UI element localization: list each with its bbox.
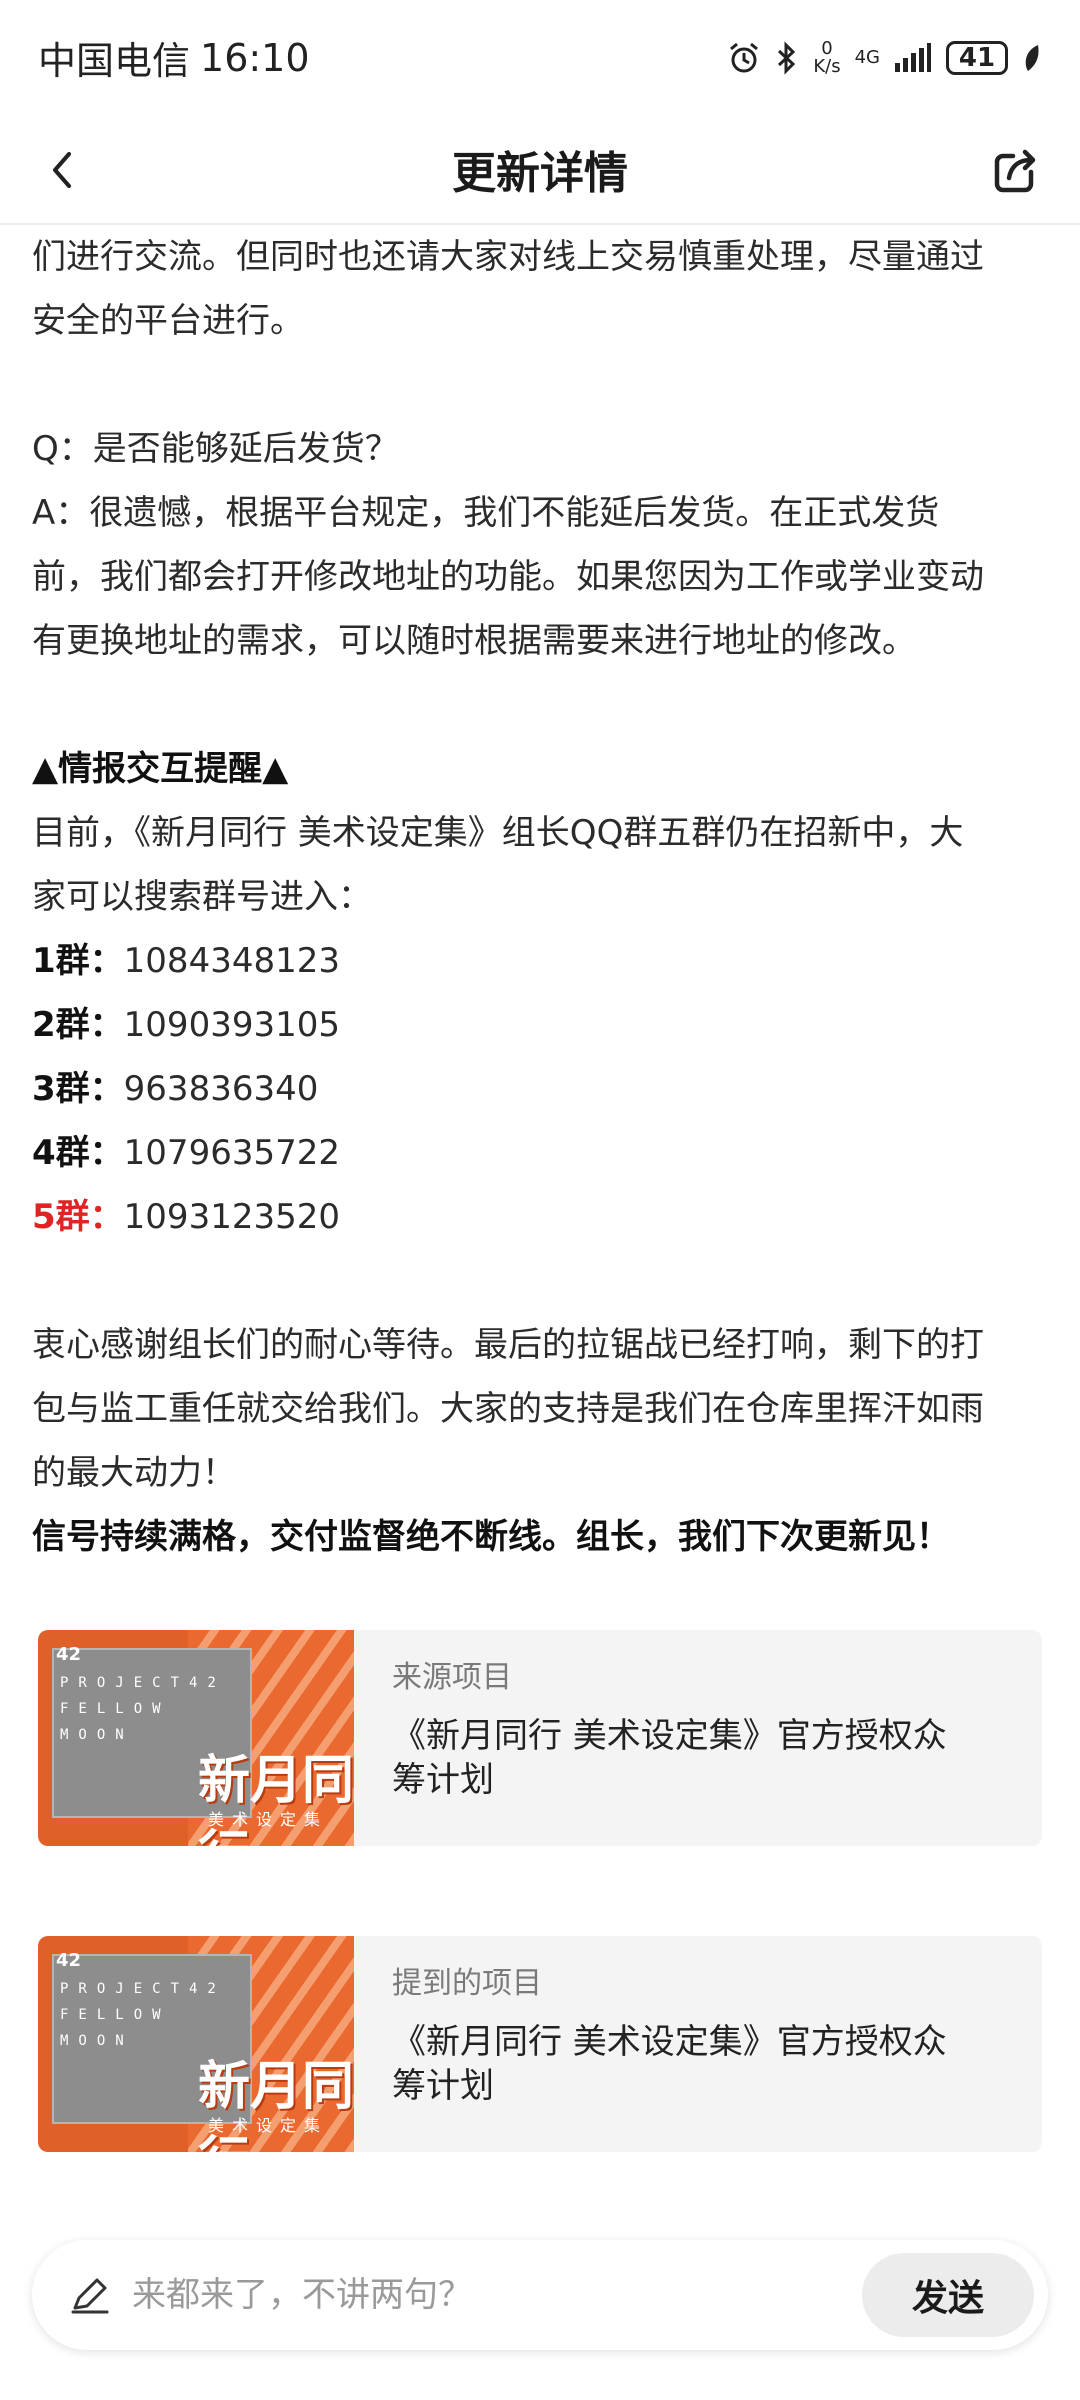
card-title-line: 《新月同行 美术设定集》官方授权众 bbox=[392, 2022, 947, 2062]
network-speed-value: 0 bbox=[821, 37, 833, 59]
card-title-line: 《新月同行 美术设定集》官方授权众 bbox=[392, 1716, 947, 1756]
group-number: 1079635722 bbox=[123, 1133, 340, 1173]
card-kicker: 提到的项目 bbox=[392, 1966, 542, 2001]
group-label: 2群： bbox=[32, 1005, 124, 1045]
article-body: 们进行交流。但同时也还请大家对线上交易慎重处理，尽量通过 安全的平台进行。 Q：… bbox=[32, 225, 1048, 1569]
comment-bar: 发送 bbox=[32, 2240, 1048, 2350]
card-kicker: 来源项目 bbox=[392, 1660, 512, 1695]
groups-intro-line: 家可以搜索群号进入： bbox=[32, 877, 372, 917]
pencil-icon bbox=[68, 2273, 112, 2317]
card-text: 提到的项目 《新月同行 美术设定集》官方授权众 筹计划 bbox=[354, 1936, 1042, 2152]
group-label: 1群： bbox=[32, 941, 124, 981]
group-label: 3群： bbox=[32, 1069, 124, 1109]
thumb-brand: PROJECT42 FELLOW MOON bbox=[60, 1675, 226, 1743]
network-speed-unit: K/s bbox=[813, 55, 841, 77]
card-text: 来源项目 《新月同行 美术设定集》官方授权众 筹计划 bbox=[354, 1630, 1042, 1846]
signal-icon bbox=[894, 42, 932, 73]
faq-answer-line: 前，我们都会打开修改地址的功能。如果您因为工作或学业变动 bbox=[32, 557, 984, 597]
back-button[interactable] bbox=[28, 135, 98, 205]
project-thumbnail: 42 PROJECT42 FELLOW MOON 新月同行 美术设定集 bbox=[38, 1630, 354, 1846]
section-heading: ▲情报交互提醒▲ bbox=[32, 749, 289, 789]
comment-input[interactable] bbox=[130, 2274, 862, 2316]
group-row: 1群：1084348123 bbox=[32, 929, 1048, 993]
group-row: 2群：1090393105 bbox=[32, 993, 1048, 1057]
share-icon bbox=[994, 149, 1036, 193]
thanks-line: 的最大动力！ bbox=[32, 1453, 236, 1493]
group-row: 3群：963836340 bbox=[32, 1057, 1048, 1121]
card-title: 《新月同行 美术设定集》官方授权众 筹计划 bbox=[392, 1714, 1012, 1802]
alarm-icon bbox=[727, 41, 761, 75]
thumb-number: 42 bbox=[56, 1950, 82, 1971]
group-number: 1084348123 bbox=[123, 941, 340, 981]
thumb-brand: PROJECT42 FELLOW MOON bbox=[60, 1981, 226, 2049]
thumb-cn-subtitle: 美术设定集 bbox=[208, 1810, 329, 1829]
title-bar: 更新详情 bbox=[0, 115, 1080, 225]
card-title-line: 筹计划 bbox=[392, 2066, 494, 2106]
network-type-label: 4G bbox=[854, 46, 880, 68]
carrier-name: 中国电信 bbox=[38, 39, 191, 83]
group-row: 4群：1079635722 bbox=[32, 1121, 1048, 1185]
status-right: 0 K/s 4G 41 bbox=[727, 37, 1042, 77]
thumb-number: 42 bbox=[56, 1644, 82, 1665]
thanks-line: 衷心感谢组长们的耐心等待。最后的拉锯战已经打响，剩下的打 bbox=[32, 1325, 984, 1365]
network-type: 4G bbox=[854, 46, 880, 68]
group-number: 1090393105 bbox=[123, 1005, 340, 1045]
mentioned-project-card[interactable]: 42 PROJECT42 FELLOW MOON 新月同行 美术设定集 提到的项… bbox=[38, 1936, 1042, 2152]
source-project-card[interactable]: 42 PROJECT42 FELLOW MOON 新月同行 美术设定集 来源项目… bbox=[38, 1630, 1042, 1846]
leaf-icon bbox=[1022, 43, 1042, 73]
thanks-line: 包与监工重任就交给我们。大家的支持是我们在仓库里挥汗如雨 bbox=[32, 1389, 984, 1429]
screen: 中国电信 16:10 0 K/s 4G 41 更新详情 们进行交流。但同时也还请… bbox=[0, 0, 1080, 2400]
thumb-cn-subtitle: 美术设定集 bbox=[208, 2116, 329, 2135]
groups-intro-line: 目前，《新月同行 美术设定集》组长QQ群五群仍在招新中，大 bbox=[32, 813, 964, 853]
status-bar: 中国电信 16:10 0 K/s 4G 41 bbox=[0, 0, 1080, 115]
group-row: 5群：1093123520 bbox=[32, 1185, 1048, 1249]
paragraph-line: 们进行交流。但同时也还请大家对线上交易慎重处理，尽量通过 bbox=[32, 237, 984, 277]
group-label: 4群： bbox=[32, 1133, 124, 1173]
group-number: 963836340 bbox=[123, 1069, 319, 1109]
send-button[interactable]: 发送 bbox=[862, 2253, 1034, 2337]
closing-statement: 信号持续满格，交付监督绝不断线。组长，我们下次更新见！ bbox=[32, 1517, 950, 1557]
status-left: 中国电信 16:10 bbox=[38, 30, 310, 85]
group-number: 1093123520 bbox=[123, 1197, 340, 1237]
paragraph-line: 安全的平台进行。 bbox=[32, 301, 304, 341]
card-title: 《新月同行 美术设定集》官方授权众 筹计划 bbox=[392, 2020, 1012, 2108]
card-title-line: 筹计划 bbox=[392, 1760, 494, 1800]
faq-question: Q：是否能够延后发货？ bbox=[32, 429, 399, 469]
faq-answer-line: 有更换地址的需求，可以随时根据需要来进行地址的修改。 bbox=[32, 621, 916, 661]
group-label-highlight: 5群： bbox=[32, 1197, 124, 1237]
battery-indicator: 41 bbox=[946, 40, 1008, 75]
clock: 16:10 bbox=[200, 35, 310, 80]
faq-answer-line: A：很遗憾，根据平台规定，我们不能延后发货。在正式发货 bbox=[32, 493, 940, 533]
bluetooth-icon bbox=[775, 40, 799, 75]
page-title: 更新详情 bbox=[452, 148, 628, 199]
network-speed: 0 K/s bbox=[813, 37, 841, 77]
share-button[interactable] bbox=[982, 135, 1052, 205]
project-thumbnail: 42 PROJECT42 FELLOW MOON 新月同行 美术设定集 bbox=[38, 1936, 354, 2152]
chevron-left-icon bbox=[53, 152, 71, 188]
